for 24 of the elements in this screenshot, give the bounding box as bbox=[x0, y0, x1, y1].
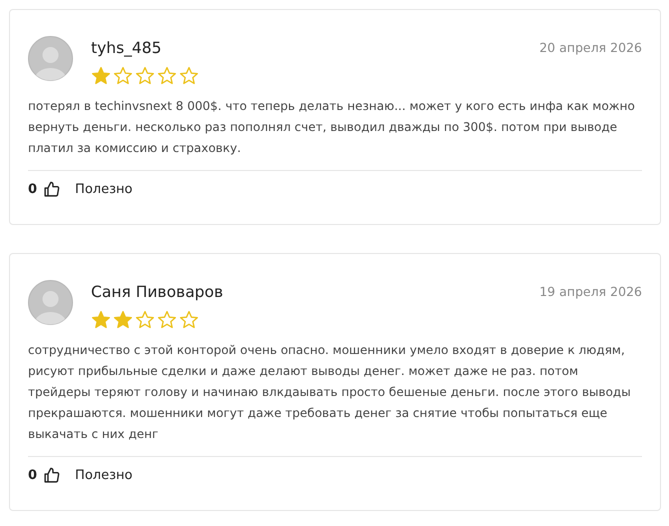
like-count: 0 bbox=[28, 182, 38, 197]
star-icon bbox=[179, 66, 199, 86]
helpful-button[interactable]: Полезно bbox=[75, 182, 132, 197]
review-date: 19 апреля 2026 bbox=[539, 283, 642, 299]
review-text: потерял в techinvsnext 8 000$. что теперь делать незнаю... может у кого есть инфа как можно вернуть деньги. несколько раз пополнял счет, выводил дважды по 300$. потом при выводе платил за комиссию и страховку. bbox=[28, 98, 636, 157]
star-icon bbox=[157, 66, 177, 86]
thumbs-up-icon[interactable] bbox=[43, 181, 60, 198]
star-icon bbox=[113, 66, 133, 86]
like-count: 0 bbox=[28, 468, 38, 483]
review-date: 20 апреля 2026 bbox=[539, 39, 642, 55]
star-icon bbox=[91, 66, 111, 86]
avatar-icon bbox=[28, 280, 73, 325]
author-name: Саня Пивоваров bbox=[91, 283, 224, 301]
review-text: сотрудничество с этой конторой очень опасно. мошенники умело входят в доверие к людям, рисуют прибыльные сделки и даже делают выводы денег. может даже не раз. потом трейдеры теряют голову и начинаю влкдаывать просто бешеные деньги. после этого выводы прекрашаются. мошенники могут даже требовать денег за снятие чтобы попытаться еще выкачать с них денг bbox=[28, 342, 632, 443]
star-icon bbox=[179, 310, 199, 330]
star-icon bbox=[157, 310, 177, 330]
star-icon bbox=[113, 310, 133, 330]
star-icon bbox=[135, 66, 155, 86]
star-icon bbox=[135, 310, 155, 330]
helpful-button[interactable]: Полезно bbox=[75, 468, 132, 483]
avatar-icon bbox=[28, 36, 73, 81]
thumbs-up-icon[interactable] bbox=[43, 467, 60, 484]
star-icon bbox=[91, 310, 111, 330]
author-name: tyhs_485 bbox=[91, 39, 162, 57]
